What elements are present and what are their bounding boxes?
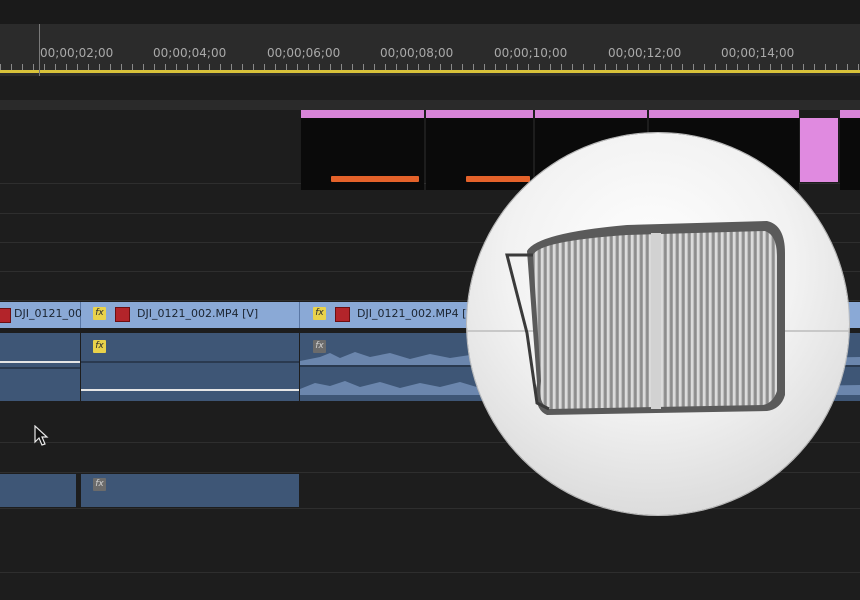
playhead[interactable] (39, 24, 40, 76)
work-area-bar[interactable] (0, 70, 860, 73)
fx-badge-icon[interactable]: fx (93, 340, 106, 353)
mouse-pointer-icon (34, 425, 49, 446)
scroll-wheel-magnifier (467, 133, 849, 515)
ruler-tick-label: 00;00;04;00 (153, 46, 227, 60)
scroll-wheel-icon (505, 221, 785, 415)
video-clip[interactable]: fx DJI_0121_002.MP4 [V] (81, 302, 300, 328)
video-clip[interactable]: DJI_0121_00 (0, 302, 82, 328)
fx-badge-icon[interactable]: fx (313, 307, 326, 320)
track-divider (0, 572, 860, 573)
video-clip-label: DJI_0121_00 (14, 307, 82, 320)
audio-waveform (0, 361, 80, 369)
audio-clip[interactable] (0, 474, 76, 507)
time-ruler[interactable]: 00;00;02;00 00;00;04;00 00;00;06;00 00;0… (0, 24, 860, 76)
ruler-tick-label: 00;00;12;00 (608, 46, 682, 60)
clip-marker-icon (0, 308, 11, 323)
title-clip[interactable] (301, 110, 424, 190)
audio-waveform (81, 361, 299, 391)
ruler-tick-label: 00;00;14;00 (721, 46, 795, 60)
video-clip-label: DJI_0121_002.MP4 [V] (357, 307, 479, 320)
fx-badge-icon[interactable]: fx (93, 307, 106, 320)
header-strip (0, 0, 860, 24)
audio-clip[interactable]: fx (81, 474, 299, 507)
clip-marker-icon (335, 307, 350, 322)
ruler-tick-label: 00;00;10;00 (494, 46, 568, 60)
ruler-tick-label: 00;00;02;00 (40, 46, 114, 60)
ruler-tick-label: 00;00;08;00 (380, 46, 454, 60)
track-header-band (0, 100, 860, 110)
fx-badge-icon[interactable]: fx (93, 478, 106, 491)
audio-clip[interactable]: fx (81, 333, 299, 401)
clip-marker-icon (115, 307, 130, 322)
caption-thumbnail (331, 176, 419, 182)
fx-badge-icon[interactable]: fx (313, 340, 326, 353)
ruler-tick-label: 00;00;06;00 (267, 46, 341, 60)
audio-clip[interactable] (0, 333, 80, 401)
video-clip-label: DJI_0121_002.MP4 [V] (137, 307, 259, 320)
